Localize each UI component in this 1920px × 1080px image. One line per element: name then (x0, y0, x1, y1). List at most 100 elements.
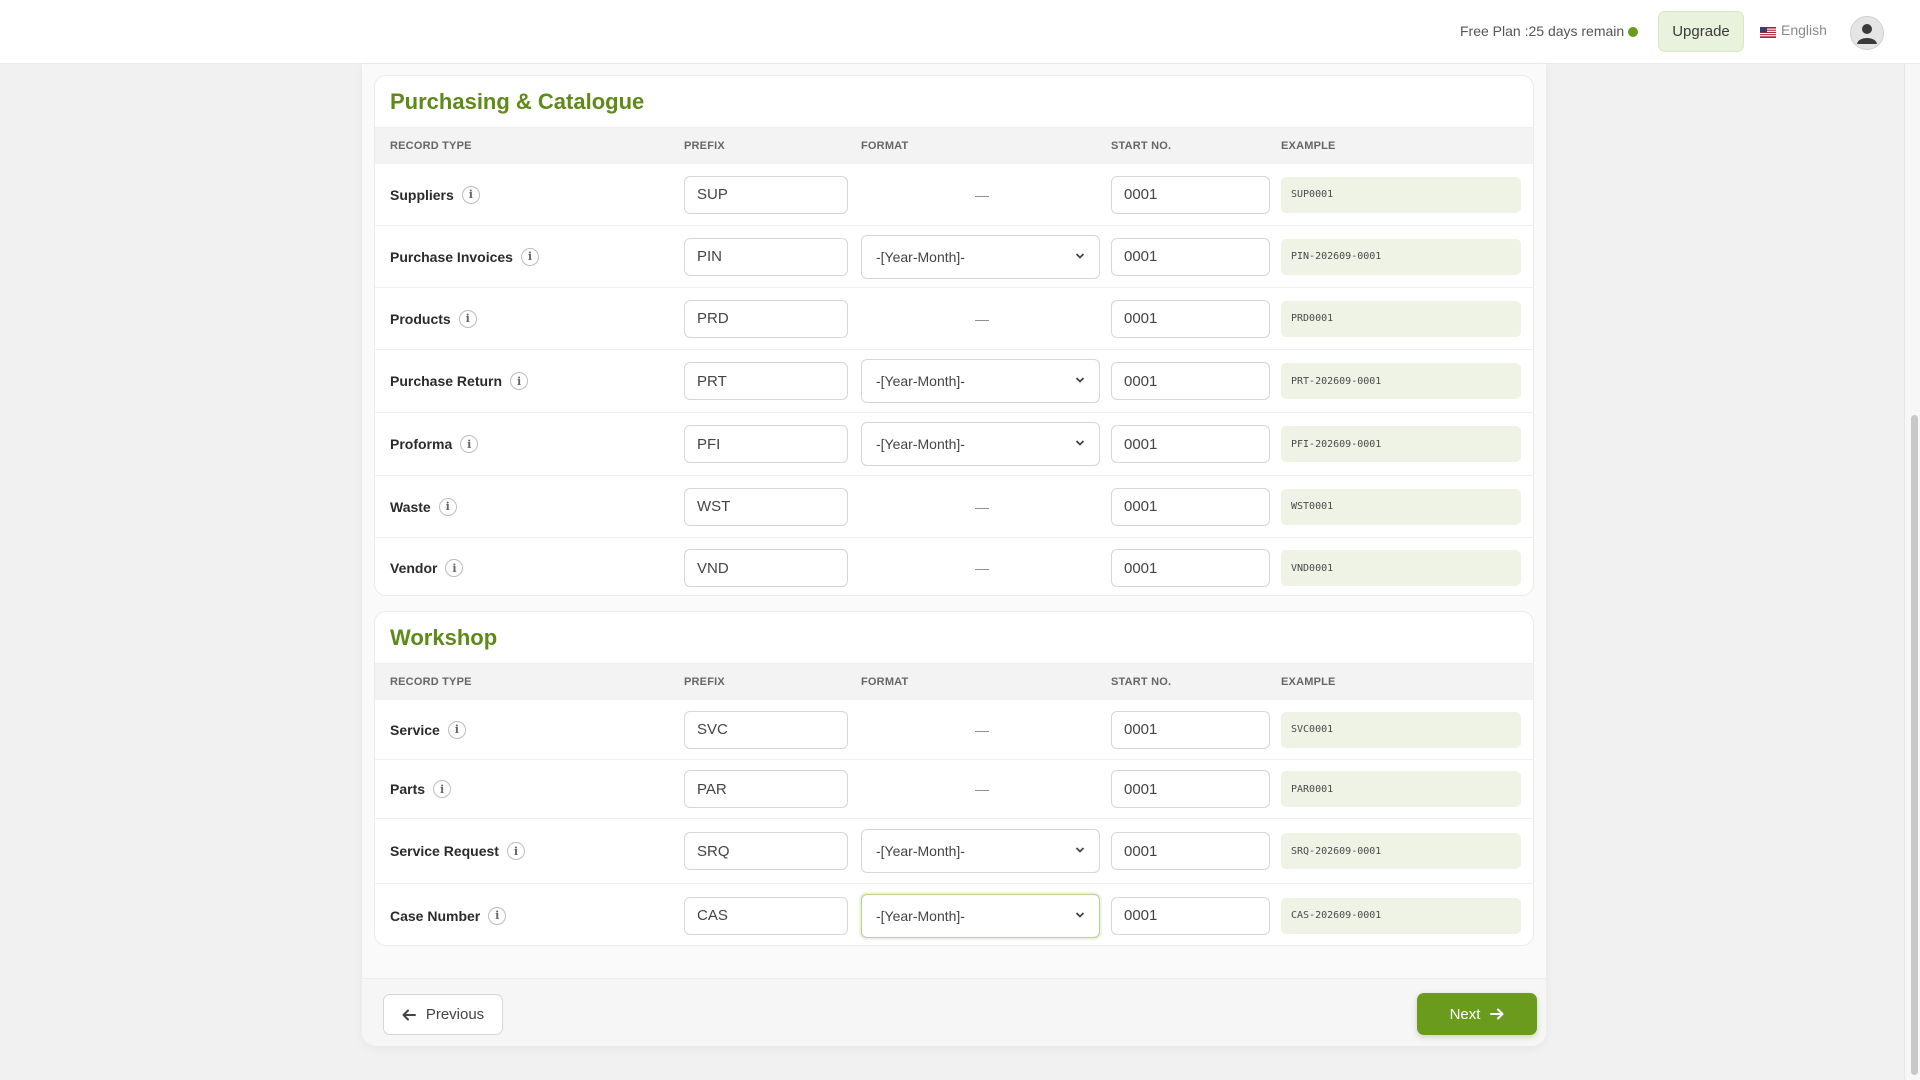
flag-icon (1760, 25, 1776, 38)
format-select[interactable]: -[Year-Month]- (861, 893, 1100, 938)
col-start-no: START NO. (1111, 676, 1172, 688)
info-icon[interactable]: i (510, 372, 529, 390)
start-number-input[interactable] (1111, 896, 1270, 935)
col-format: FORMAT (861, 676, 909, 688)
prefix-input[interactable] (684, 425, 848, 463)
start-number-input[interactable] (1111, 299, 1270, 338)
col-prefix: PREFIX (684, 676, 725, 688)
table-row: Products i — PRD0001 (375, 288, 1533, 350)
format-empty: — (975, 560, 989, 576)
chevron-down-icon (1075, 377, 1085, 383)
col-format: FORMAT (861, 140, 909, 152)
format-select-value: -[Year-Month]- (876, 436, 965, 452)
record-type-label: Proforma (390, 436, 453, 452)
info-icon[interactable]: i (445, 559, 464, 577)
example-value: PFI-202609-0001 (1281, 426, 1521, 462)
prefix-input[interactable] (684, 770, 848, 808)
prefix-input[interactable] (684, 175, 848, 214)
arrow-left-icon (402, 1009, 416, 1020)
prefix-input[interactable] (684, 237, 848, 276)
format-select-value: -[Year-Month]- (876, 907, 965, 924)
prefix-input[interactable] (684, 549, 848, 587)
user-icon (1857, 24, 1877, 44)
record-type-label: Service Request (390, 843, 499, 859)
info-icon[interactable]: i (438, 497, 457, 516)
format-select-value: -[Year-Month]- (876, 843, 965, 859)
prefix-input[interactable] (684, 896, 848, 935)
arrow-right-icon (1490, 1008, 1504, 1020)
format-empty: — (975, 781, 989, 797)
user-avatar[interactable] (1850, 16, 1884, 50)
next-button[interactable]: Next (1417, 993, 1537, 1035)
info-icon[interactable]: i (458, 309, 477, 328)
format-empty: — (975, 721, 989, 738)
format-select[interactable]: -[Year-Month]- (861, 359, 1100, 403)
next-label: Next (1449, 1005, 1481, 1023)
prefix-input[interactable] (684, 299, 848, 338)
info-icon[interactable]: i (433, 780, 452, 798)
format-select[interactable]: -[Year-Month]- (861, 829, 1100, 873)
start-number-input[interactable] (1111, 175, 1270, 214)
start-number-input[interactable] (1111, 832, 1270, 870)
plan-status-text: Free Plan :25 days remain (1460, 23, 1625, 39)
col-example: EXAMPLE (1281, 676, 1336, 688)
example-value: PRD0001 (1281, 300, 1521, 337)
start-number-input[interactable] (1111, 549, 1270, 587)
prefix-input[interactable] (684, 487, 848, 526)
example-value: PRT-202609-0001 (1281, 363, 1521, 399)
example-value: PAR0001 (1281, 771, 1521, 807)
example-value: PIN-202609-0001 (1281, 238, 1521, 275)
info-icon[interactable]: i (520, 247, 539, 266)
top-bar: Free Plan :25 days remain Upgrade Englis… (0, 0, 1920, 64)
table-row: Waste i — WST0001 (375, 476, 1533, 538)
info-icon[interactable]: i (506, 842, 525, 860)
col-prefix: PREFIX (684, 140, 725, 152)
format-empty: — (975, 186, 989, 203)
table-row: Service i — SVC0001 (375, 700, 1533, 760)
chevron-down-icon (1075, 847, 1085, 853)
info-icon[interactable]: i (488, 906, 507, 925)
info-icon[interactable]: i (460, 435, 479, 453)
scrollbar-thumb[interactable] (1911, 415, 1918, 1075)
start-number-input[interactable] (1111, 237, 1270, 276)
start-number-input[interactable] (1111, 362, 1270, 400)
start-number-input[interactable] (1111, 425, 1270, 463)
format-select[interactable]: -[Year-Month]- (861, 234, 1100, 279)
chevron-down-icon (1075, 911, 1085, 918)
language-selector[interactable]: English (1760, 22, 1827, 38)
start-number-input[interactable] (1111, 770, 1270, 808)
format-select[interactable]: -[Year-Month]- (861, 422, 1100, 466)
start-number-input[interactable] (1111, 710, 1270, 749)
record-type-label: Purchase Return (390, 373, 503, 389)
info-icon[interactable]: i (461, 185, 480, 204)
record-type-label: Products (390, 310, 451, 327)
prefix-input[interactable] (684, 832, 848, 870)
record-type-label: Suppliers (390, 186, 454, 203)
previous-label: Previous (425, 1006, 485, 1023)
table-row: Parts i — PAR0001 (375, 760, 1533, 819)
start-number-input[interactable] (1111, 487, 1270, 526)
example-value: SRQ-202609-0001 (1281, 833, 1521, 869)
table-header: RECORD TYPE PREFIX FORMAT START NO. EXAM… (375, 664, 1533, 700)
chevron-down-icon (1075, 440, 1085, 446)
section-title: Workshop (375, 612, 1533, 664)
table-header: RECORD TYPE PREFIX FORMAT START NO. EXAM… (375, 128, 1533, 164)
previous-button[interactable]: Previous (383, 994, 503, 1035)
info-icon[interactable]: i (447, 720, 466, 739)
table-row: Purchase Return i -[Year-Month]- PRT-202… (375, 350, 1533, 413)
col-record-type: RECORD TYPE (390, 676, 472, 688)
section-workshop: Workshop RECORD TYPE PREFIX FORMAT START… (374, 611, 1534, 946)
example-value: VND0001 (1281, 550, 1521, 586)
prefix-input[interactable] (684, 362, 848, 400)
chevron-down-icon (1075, 252, 1085, 259)
section-title: Purchasing & Catalogue (375, 76, 1533, 128)
record-type-label: Case Number (390, 907, 481, 924)
record-type-label: Service (390, 721, 440, 738)
upgrade-button[interactable]: Upgrade (1658, 11, 1744, 52)
col-start-no: START NO. (1111, 140, 1172, 152)
example-value: SVC0001 (1281, 711, 1521, 748)
prefix-input[interactable] (684, 710, 848, 749)
format-empty: — (975, 310, 989, 327)
col-record-type: RECORD TYPE (390, 140, 472, 152)
record-type-label: Purchase Invoices (390, 248, 513, 265)
